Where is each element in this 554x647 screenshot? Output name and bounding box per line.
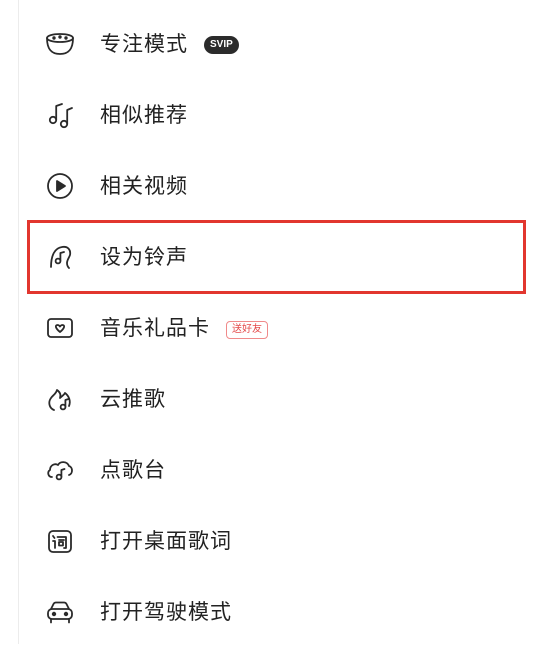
menu-item-label: 打开桌面歌词	[100, 529, 232, 553]
menu-item-cloud-push[interactable]: 云推歌	[0, 363, 554, 434]
action-menu-page: 专注模式 SVIP 相似推荐 相关视频 设为铃声 音乐礼品卡 送好友 云推歌 点…	[0, 0, 554, 644]
menu-item-desktop-lyrics[interactable]: 打开桌面歌词	[0, 505, 554, 576]
menu-item-label: 相似推荐	[100, 103, 188, 127]
menu-item-focus-mode[interactable]: 专注模式 SVIP	[0, 8, 554, 79]
menu-item-label: 打开驾驶模式	[100, 600, 232, 624]
song-options-menu: 专注模式 SVIP 相似推荐 相关视频 设为铃声 音乐礼品卡 送好友 云推歌 点…	[0, 0, 554, 644]
cloud-push-icon	[42, 381, 78, 417]
send-friend-badge: 送好友	[226, 321, 268, 339]
menu-item-label: 专注模式	[100, 32, 188, 56]
focus-mode-icon	[42, 26, 78, 62]
menu-item-label: 点歌台	[100, 458, 166, 482]
menu-item-label: 相关视频	[100, 174, 188, 198]
menu-item-similar-recommend[interactable]: 相似推荐	[0, 79, 554, 150]
play-video-icon	[42, 168, 78, 204]
desktop-lyrics-icon	[42, 523, 78, 559]
menu-item-label: 音乐礼品卡	[100, 316, 210, 340]
song-request-icon	[42, 452, 78, 488]
car-mode-icon	[42, 594, 78, 630]
menu-item-car-mode[interactable]: 打开驾驶模式	[0, 576, 554, 647]
menu-item-music-gift-card[interactable]: 音乐礼品卡 送好友	[0, 292, 554, 363]
highlight-box-set-ringtone	[27, 220, 526, 294]
svip-badge: SVIP	[204, 36, 239, 54]
gift-card-icon	[42, 310, 78, 346]
menu-item-song-request[interactable]: 点歌台	[0, 434, 554, 505]
menu-item-related-video[interactable]: 相关视频	[0, 150, 554, 221]
similar-music-icon	[42, 97, 78, 133]
menu-item-label: 云推歌	[100, 387, 166, 411]
